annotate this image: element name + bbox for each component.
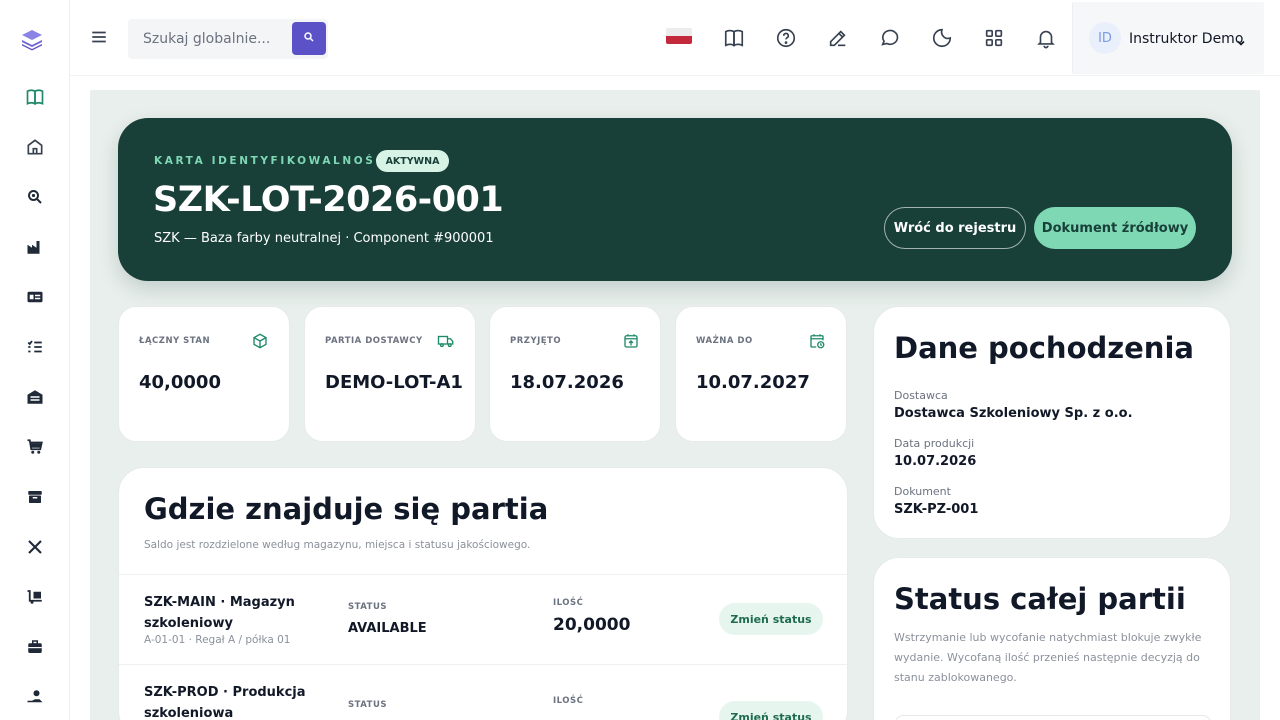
change-status-button[interactable]: Zmień status xyxy=(719,603,823,635)
guide-book-icon[interactable] xyxy=(723,27,745,49)
language-flag-pl-icon[interactable] xyxy=(666,28,692,44)
tools-icon xyxy=(26,538,44,560)
location-address: A-01-01 · Regał A / półka 01 xyxy=(144,634,291,646)
cube-icon xyxy=(251,332,269,350)
stat-value: 18.07.2026 xyxy=(510,372,624,393)
section-title: Gdzie znajduje się partia xyxy=(144,492,549,526)
batch-status-select[interactable] xyxy=(894,715,1212,720)
search-input[interactable] xyxy=(128,19,292,59)
user-menu[interactable]: ID Instruktor Demo xyxy=(1072,2,1264,74)
search-button[interactable] xyxy=(292,22,326,55)
location-row: SZK-MAIN · Magazyn szkoleniowy A-01-01 ·… xyxy=(119,574,847,664)
location-status: AVAILABLE xyxy=(348,621,427,636)
home-icon xyxy=(25,137,45,161)
chat-icon[interactable] xyxy=(879,27,901,49)
stat-card-total-stock: ŁĄCZNY STAN 40,0000 xyxy=(118,306,290,442)
book-open-icon xyxy=(25,87,45,111)
page-subtitle: SZK — Baza farby neutralnej · Component … xyxy=(154,231,494,246)
section-description: Wstrzymanie lub wycofanie natychmiast bl… xyxy=(894,631,1202,684)
field-value: 10.07.2026 xyxy=(894,454,977,469)
stat-label: WAŻNA DO xyxy=(696,336,753,346)
sidebar-item-box[interactable] xyxy=(22,486,48,512)
page-title: SZK-LOT-2026-001 xyxy=(153,180,504,220)
sidebar-item-briefcase[interactable] xyxy=(22,636,48,662)
cart-icon xyxy=(26,438,44,460)
zoom-search-icon xyxy=(26,188,44,210)
search-icon xyxy=(303,31,315,46)
quantity-label: ILOŚĆ xyxy=(553,598,584,608)
field-value: SZK-PZ-001 xyxy=(894,502,979,517)
hero-kicker: KARTA IDENTYFIKOWALNOŚCI xyxy=(154,155,393,167)
notification-bell-icon[interactable] xyxy=(1035,27,1057,49)
stat-value: 40,0000 xyxy=(139,372,221,393)
section-subtitle: Saldo jest rozdzielone według magazynu, … xyxy=(144,539,531,551)
help-icon[interactable] xyxy=(775,27,797,49)
sidebar-item-delivery[interactable] xyxy=(22,586,48,612)
batch-status-card: Status całej partii Wstrzymanie lub wyco… xyxy=(873,557,1231,720)
top-header: ID Instruktor Demo xyxy=(70,0,1280,76)
section-title: Status całej partii xyxy=(894,582,1186,616)
source-document-button[interactable]: Dokument źródłowy xyxy=(1034,207,1196,249)
pencil-icon[interactable] xyxy=(827,27,849,49)
hand-money-icon xyxy=(26,688,44,710)
calendar-clock-icon xyxy=(808,332,826,350)
global-search xyxy=(128,19,328,59)
stat-label: PARTIA DOSTAWCY xyxy=(325,336,423,346)
stat-card-valid-until: WAŻNA DO 10.07.2027 xyxy=(675,306,847,442)
dark-mode-moon-icon[interactable] xyxy=(931,27,953,49)
stat-label: PRZYJĘTO xyxy=(510,336,562,346)
field-value: Dostawca Szkoleniowy Sp. z o.o. xyxy=(894,406,1133,421)
field-label: Dostawca xyxy=(894,389,948,402)
status-label: STATUS xyxy=(348,700,388,710)
factory-icon xyxy=(26,238,44,260)
quantity-label: ILOŚĆ xyxy=(553,696,584,706)
stat-value: 10.07.2027 xyxy=(696,372,810,393)
change-status-button[interactable]: Zmień status xyxy=(719,701,823,720)
field-label: Data produkcji xyxy=(894,437,975,450)
stat-card-supplier-lot: PARTIA DOSTAWCY DEMO-LOT-A1 xyxy=(304,306,476,442)
box-icon xyxy=(26,488,44,510)
sidebar-item-book[interactable] xyxy=(22,86,48,112)
truck-icon xyxy=(437,332,455,350)
back-to-registry-button[interactable]: Wróć do rejestru xyxy=(884,207,1026,249)
id-card-icon xyxy=(26,288,44,310)
chevron-down-icon xyxy=(1236,33,1246,46)
stat-label: ŁĄCZNY STAN xyxy=(139,336,211,346)
briefcase-icon xyxy=(26,638,44,660)
sidebar-item-finance[interactable] xyxy=(22,686,48,712)
sidebar-item-checklist[interactable] xyxy=(22,336,48,362)
origin-data-card: Dane pochodzenia Dostawca Dostawca Szkol… xyxy=(873,306,1231,539)
stat-value: DEMO-LOT-A1 xyxy=(325,372,463,393)
location-row: SZK-PROD · Produkcja szkoleniowa STATUS … xyxy=(119,664,847,720)
checklist-icon xyxy=(26,338,44,360)
field-label: Dokument xyxy=(894,485,951,498)
apps-grid-icon[interactable] xyxy=(983,27,1005,49)
sidebar-item-warehouse[interactable] xyxy=(22,386,48,412)
sidebar-item-search[interactable] xyxy=(22,186,48,212)
sidebar-item-cart[interactable] xyxy=(22,436,48,462)
sidebar-item-card[interactable] xyxy=(22,286,48,312)
sidebar-item-home[interactable] xyxy=(22,136,48,162)
menu-toggle-icon[interactable] xyxy=(90,28,108,46)
hero-banner: KARTA IDENTYFIKOWALNOŚCI AKTYWNA SZK-LOT… xyxy=(118,118,1232,281)
status-label: STATUS xyxy=(348,602,388,612)
sidebar xyxy=(0,0,70,720)
location-name: SZK-MAIN · Magazyn szkoleniowy xyxy=(144,595,295,631)
user-name: Instruktor Demo xyxy=(1129,31,1244,47)
calendar-upload-icon xyxy=(622,332,640,350)
location-quantity: 20,0000 xyxy=(553,615,631,635)
status-badge: AKTYWNA xyxy=(376,150,449,172)
section-title: Dane pochodzenia xyxy=(894,331,1194,365)
stat-card-received: PRZYJĘTO 18.07.2026 xyxy=(489,306,661,442)
warehouse-icon xyxy=(26,388,44,410)
sidebar-item-factory[interactable] xyxy=(22,236,48,262)
avatar: ID xyxy=(1089,22,1121,54)
layers-logo-icon[interactable] xyxy=(20,28,44,52)
location-name: SZK-PROD · Produkcja szkoleniowa xyxy=(144,685,306,720)
delivery-icon xyxy=(26,588,44,610)
batch-locations-card: Gdzie znajduje się partia Saldo jest roz… xyxy=(118,467,848,720)
sidebar-item-tools[interactable] xyxy=(22,536,48,562)
